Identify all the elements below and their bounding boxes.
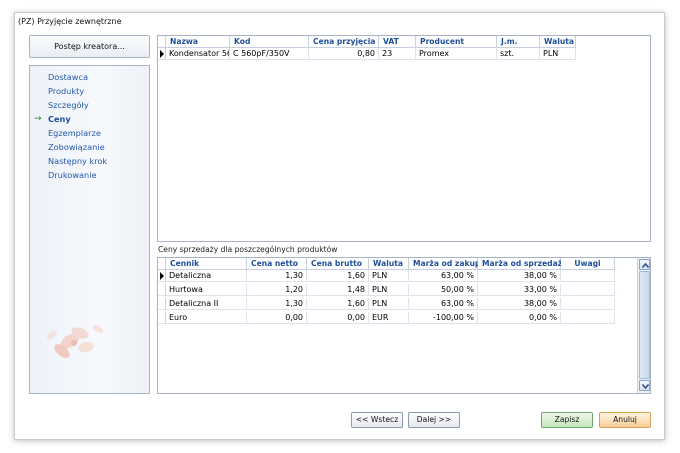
col-jm[interactable]: J.m. xyxy=(497,36,540,48)
table-cell-brutto[interactable]: 1,60 xyxy=(307,270,369,282)
table-cell-uwagi[interactable] xyxy=(561,270,615,282)
row-selector[interactable] xyxy=(158,270,166,282)
window-title: (PZ) Przyjęcie zewnętrzne xyxy=(18,17,122,26)
table-cell-netto[interactable]: 0,00 xyxy=(247,312,307,324)
prices-header-selector xyxy=(158,258,166,270)
table-cell-waluta[interactable]: PLN xyxy=(369,284,409,296)
products-grid[interactable]: Nazwa Kod Cena przyjęcia VAT Producent J… xyxy=(157,35,651,242)
col-vat[interactable]: VAT xyxy=(379,36,416,48)
scroll-up-button[interactable] xyxy=(639,259,650,270)
cancel-button[interactable]: Anuluj xyxy=(599,412,651,428)
current-row-icon xyxy=(160,272,164,280)
next-button[interactable]: Dalej >> xyxy=(408,412,460,428)
wizard-progress-button[interactable]: Postęp kreatora... xyxy=(29,35,150,58)
col-waluta-cennik[interactable]: Waluta xyxy=(369,258,409,270)
row-selector[interactable] xyxy=(158,298,166,310)
products-header-selector xyxy=(158,36,166,48)
table-cell-producent[interactable]: Promex xyxy=(416,48,497,60)
table-cell-marza-zakup[interactable]: 63,00 % xyxy=(409,298,478,310)
step-egzemplarze[interactable]: Egzemplarze xyxy=(48,128,101,138)
current-row-icon xyxy=(160,50,164,58)
table-cell-vat[interactable]: 23 xyxy=(379,48,416,60)
chevron-up-icon xyxy=(642,263,649,268)
table-cell-marza-zakup[interactable]: 50,00 % xyxy=(409,284,478,296)
table-cell-brutto[interactable]: 1,48 xyxy=(307,284,369,296)
col-cena-przyjecia[interactable]: Cena przyjęcia xyxy=(309,36,379,48)
col-marza-sprzedaz[interactable]: Marża od sprzedaży xyxy=(478,258,567,270)
scroll-down-button[interactable] xyxy=(639,380,650,391)
step-drukowanie[interactable]: Drukowanie xyxy=(48,170,97,180)
table-cell-waluta[interactable]: EUR xyxy=(369,312,409,324)
col-cena-netto[interactable]: Cena netto xyxy=(247,258,307,270)
table-cell-kod[interactable]: C 560pF/350V xyxy=(230,48,309,60)
step-dostawca[interactable]: Dostawca xyxy=(48,72,88,82)
col-uwagi[interactable]: Uwagi xyxy=(561,258,615,270)
current-step-arrow-icon: → xyxy=(34,114,42,124)
row-selector[interactable] xyxy=(158,48,166,60)
prices-caption: Ceny sprzedaży dla poszczególnych produk… xyxy=(158,245,338,254)
table-cell-brutto[interactable]: 0,00 xyxy=(307,312,369,324)
table-cell-uwagi[interactable] xyxy=(561,312,615,324)
table-cell-netto[interactable]: 1,20 xyxy=(247,284,307,296)
back-button[interactable]: << Wstecz xyxy=(351,412,403,428)
col-marza-zakup[interactable]: Marża od zakupu xyxy=(409,258,486,270)
wizard-steps-list: → Dostawca Produkty Szczegóły Ceny Egzem… xyxy=(29,65,150,394)
col-kod[interactable]: Kod xyxy=(230,36,309,48)
table-cell-marza-zakup[interactable]: 63,00 % xyxy=(409,270,478,282)
table-cell-waluta[interactable]: PLN xyxy=(369,298,409,310)
prices-grid[interactable]: Cennik Cena netto Cena brutto Waluta Mar… xyxy=(157,257,651,394)
step-szczegoly[interactable]: Szczegóły xyxy=(48,100,89,110)
col-cena-brutto[interactable]: Cena brutto xyxy=(307,258,369,270)
col-producent[interactable]: Producent xyxy=(416,36,497,48)
save-button[interactable]: Zapisz xyxy=(541,412,593,428)
table-cell-netto[interactable]: 1,30 xyxy=(247,270,307,282)
step-produkty[interactable]: Produkty xyxy=(48,86,84,96)
table-cell-brutto[interactable]: 1,60 xyxy=(307,298,369,310)
table-cell-uwagi[interactable] xyxy=(561,298,615,310)
table-cell-cennik[interactable]: Detaliczna II xyxy=(166,298,247,310)
step-zobowiazanie[interactable]: Zobowiązanie xyxy=(48,142,105,152)
table-cell-cennik[interactable]: Detaliczna xyxy=(166,270,247,282)
table-cell-uwagi[interactable] xyxy=(561,284,615,296)
table-cell-cennik[interactable]: Euro xyxy=(166,312,247,324)
row-selector[interactable] xyxy=(158,312,166,324)
decorative-flower-icon xyxy=(47,325,104,358)
col-waluta[interactable]: Waluta xyxy=(540,36,576,48)
table-cell-marza-sprzedaz[interactable]: 33,00 % xyxy=(478,284,561,296)
prices-vertical-scrollbar[interactable] xyxy=(637,258,650,393)
scroll-thumb[interactable] xyxy=(639,271,650,379)
table-cell-marza-sprzedaz[interactable]: 38,00 % xyxy=(478,298,561,310)
table-cell-waluta[interactable]: PLN xyxy=(540,48,576,60)
step-ceny[interactable]: Ceny xyxy=(48,114,71,124)
table-cell-marza-sprzedaz[interactable]: 0,00 % xyxy=(478,312,561,324)
table-cell-marza-zakup[interactable]: -100,00 % xyxy=(409,312,478,324)
chevron-down-icon xyxy=(642,384,649,389)
wizard-sidebar: Postęp kreatora... → Dostawca Produkty S… xyxy=(29,35,150,395)
row-selector[interactable] xyxy=(158,284,166,296)
wizard-window: (PZ) Przyjęcie zewnętrzne Postęp kreator… xyxy=(14,12,665,440)
step-nastepny-krok[interactable]: Następny krok xyxy=(48,156,107,166)
table-cell-marza-sprzedaz[interactable]: 38,00 % xyxy=(478,270,561,282)
table-cell-nazwa[interactable]: Kondensator 56 xyxy=(166,48,230,60)
col-cennik[interactable]: Cennik xyxy=(166,258,247,270)
col-nazwa[interactable]: Nazwa xyxy=(166,36,230,48)
table-cell-netto[interactable]: 1,30 xyxy=(247,298,307,310)
table-cell-cena[interactable]: 0,80 xyxy=(309,48,379,60)
table-cell-jm[interactable]: szt. xyxy=(497,48,540,60)
table-cell-waluta[interactable]: PLN xyxy=(369,270,409,282)
table-cell-cennik[interactable]: Hurtowa xyxy=(166,284,247,296)
